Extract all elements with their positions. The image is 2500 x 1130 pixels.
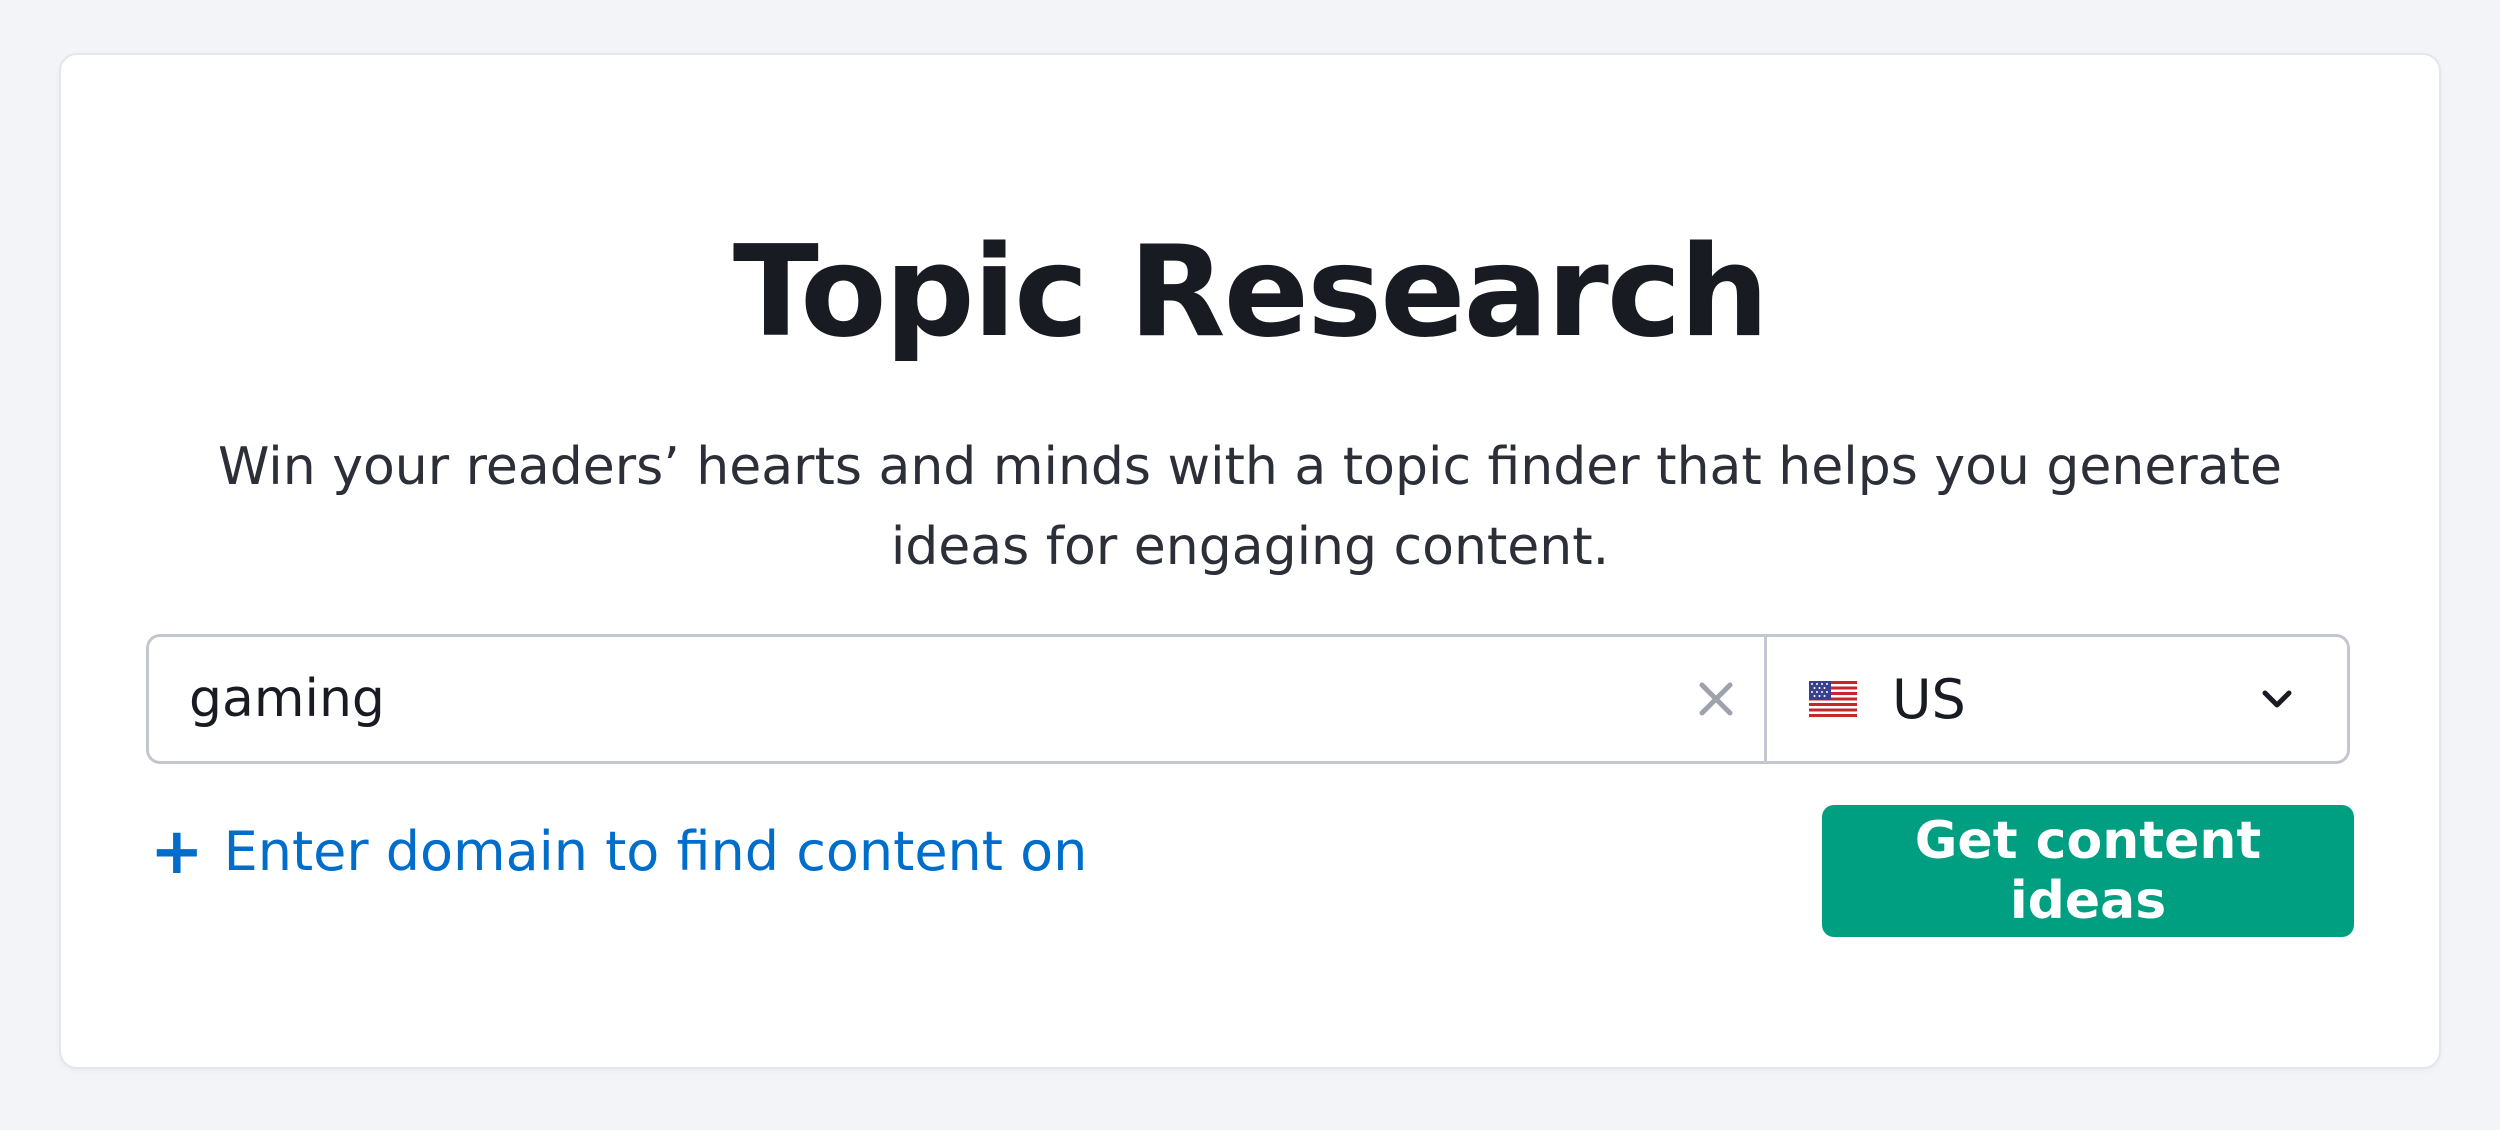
database-select[interactable]: US — [1767, 637, 2347, 761]
us-flag-icon — [1809, 681, 1857, 717]
plus-icon: + — [150, 815, 204, 889]
enter-domain-label: Enter domain to find content on — [223, 820, 1088, 883]
page-title: Topic Research — [732, 218, 1769, 365]
close-icon[interactable] — [1692, 675, 1740, 723]
chevron-down-icon — [2262, 690, 2292, 708]
database-label: US — [1892, 667, 1966, 731]
search-bar: US — [146, 634, 2350, 764]
topic-search-input[interactable] — [149, 637, 1764, 761]
get-content-ideas-button[interactable]: Get content ideas — [1822, 805, 2354, 937]
page-subtitle: Win your readers’ hearts and minds with … — [218, 437, 2282, 577]
search-input-wrapper — [149, 637, 1767, 761]
enter-domain-link[interactable]: + Enter domain to find content on — [150, 817, 1087, 887]
